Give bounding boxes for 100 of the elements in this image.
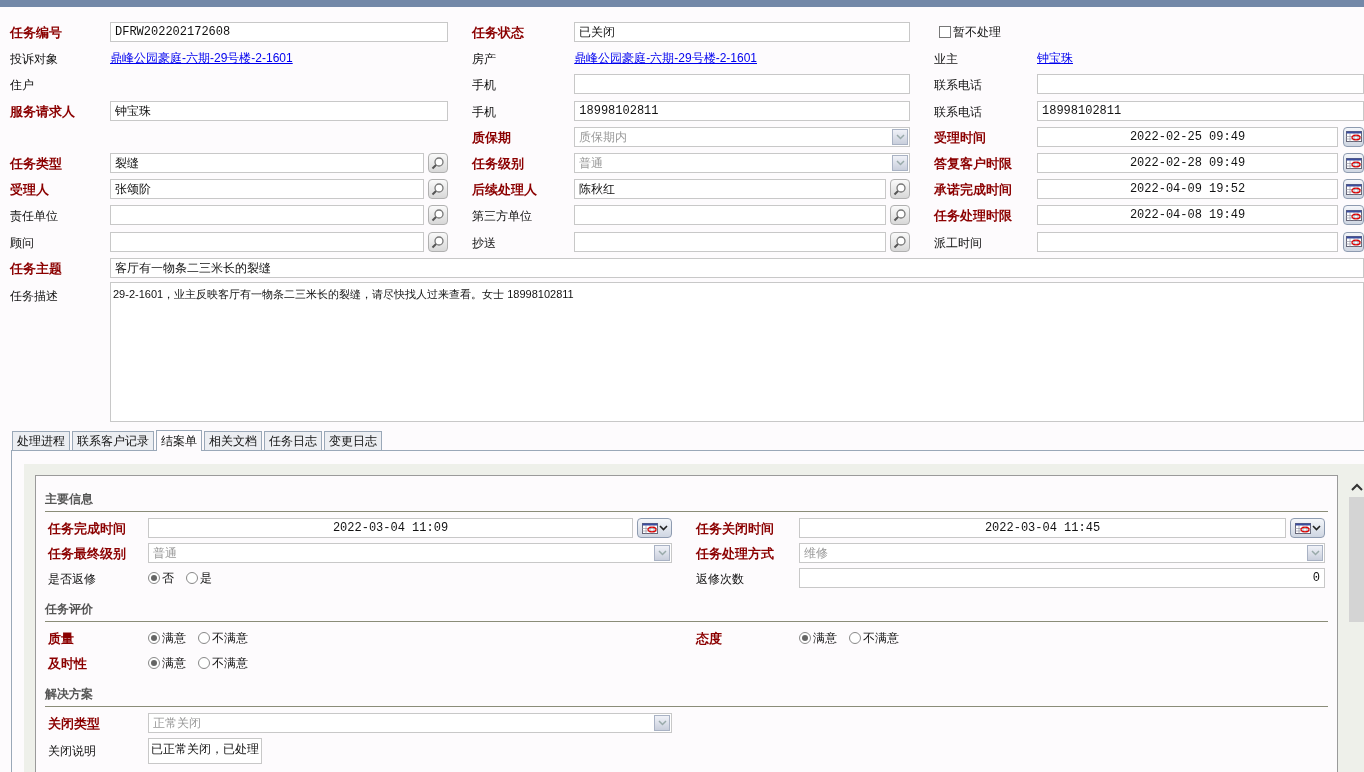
chevron-down-icon [657, 550, 667, 557]
tab[interactable]: 联系客户记录 [72, 430, 154, 450]
chevron-down-icon [657, 720, 667, 727]
field-label: 答复客户时限 [934, 156, 1012, 172]
text-field[interactable]: 18998102811 [574, 100, 910, 121]
radio-option[interactable]: 不满意 [198, 629, 248, 648]
link[interactable]: 鼎峰公园豪庭-六期-29号楼-2-1601 [110, 49, 293, 68]
date-field[interactable]: 2022-03-04 11:45 [799, 518, 1286, 539]
date-field[interactable]: 2022-02-28 09:49 [1037, 153, 1338, 174]
date-field[interactable]: 2022-03-04 11:09 [148, 518, 633, 539]
date-field[interactable] [1037, 231, 1338, 252]
search-icon [893, 208, 907, 223]
description-field[interactable]: 29-2-1601，业主反映客厅有一物条二三米长的裂缝，请尽快找人过来查看。女士 18998102811 [110, 281, 1364, 422]
calendar-button[interactable] [1343, 179, 1364, 200]
tab[interactable]: 相关文档 [204, 430, 262, 450]
radio-option[interactable]: 满意 [799, 629, 837, 648]
field-label: 手机 [472, 104, 496, 119]
chevron-down-icon [1310, 550, 1320, 557]
link[interactable]: 钟宝珠 [1037, 49, 1073, 68]
tab[interactable]: 结案单 [156, 429, 202, 451]
search-button[interactable] [428, 231, 448, 252]
field-label: 投诉对象 [10, 52, 58, 67]
lookup-field[interactable] [110, 231, 424, 252]
search-button[interactable] [890, 205, 910, 226]
calendar-icon [641, 522, 658, 534]
field-label: 任务主题 [10, 260, 62, 276]
field-label: 是否返修 [48, 572, 96, 587]
field-label: 任务类型 [10, 156, 62, 172]
checkbox[interactable]: 暂不处理 [939, 23, 1001, 42]
calendar-button[interactable] [1343, 153, 1364, 174]
scroll-up-icon[interactable] [1351, 482, 1363, 491]
search-button[interactable] [890, 231, 910, 252]
chevron-down-icon [658, 525, 668, 532]
radio-option[interactable]: 满意 [148, 629, 186, 648]
radio-option[interactable]: 满意 [148, 654, 186, 673]
text-field[interactable]: 已关闭 [574, 22, 910, 43]
search-button[interactable] [890, 179, 910, 200]
tab[interactable]: 变更日志 [324, 430, 382, 450]
lookup-field[interactable] [110, 205, 424, 226]
field-label: 服务请求人 [10, 103, 75, 119]
field-label: 任务状态 [472, 25, 524, 41]
radio-option[interactable]: 不满意 [849, 629, 899, 648]
date-field[interactable]: 2022-02-25 09:49 [1037, 126, 1338, 147]
field-label: 住户 [10, 78, 34, 93]
text-area[interactable]: 已正常关闭，已处理 [148, 737, 262, 764]
radio-option[interactable]: 是 [186, 569, 212, 588]
calendar-button[interactable] [1343, 231, 1364, 252]
field-label: 关闭说明 [48, 743, 96, 758]
text-field[interactable] [1037, 74, 1364, 95]
calendar-icon [1345, 209, 1362, 221]
field-label: 派工时间 [934, 235, 982, 250]
field-label: 及时性 [48, 656, 87, 672]
field-label: 顾问 [10, 235, 34, 250]
number-field[interactable]: 0 [799, 568, 1325, 589]
subject-field[interactable]: 客厅有一物条二三米长的裂缝 [110, 257, 1364, 278]
lookup-field[interactable] [574, 231, 886, 252]
text-field[interactable]: DFRW202202172608 [110, 22, 448, 43]
search-icon [431, 156, 445, 171]
scrollbar-thumb[interactable] [1349, 496, 1364, 622]
field-label: 责任单位 [10, 209, 58, 224]
link[interactable]: 鼎峰公园豪庭-六期-29号楼-2-1601 [574, 49, 757, 68]
calendar-button[interactable] [1343, 126, 1364, 147]
field-label: 任务级别 [472, 156, 524, 172]
calendar-button[interactable] [1290, 518, 1325, 539]
lookup-field[interactable] [574, 205, 886, 226]
field-label: 受理人 [10, 182, 49, 198]
search-icon [893, 182, 907, 197]
field-label: 任务最终级别 [48, 546, 126, 562]
date-field[interactable]: 2022-04-08 19:49 [1037, 205, 1338, 226]
calendar-button[interactable] [637, 518, 672, 539]
field-label: 第三方单位 [472, 209, 532, 224]
search-button[interactable] [428, 153, 448, 174]
search-button[interactable] [428, 179, 448, 200]
field-label: 后续处理人 [472, 182, 537, 198]
chevron-down-icon [895, 133, 905, 140]
field-label: 任务处理时限 [934, 208, 1012, 224]
text-field[interactable]: 钟宝珠 [110, 100, 448, 121]
field-label: 任务完成时间 [48, 521, 126, 537]
tab[interactable]: 任务日志 [264, 430, 322, 450]
field-label: 房产 [472, 52, 496, 67]
chevron-down-icon [895, 160, 905, 167]
calendar-button[interactable] [1343, 205, 1364, 226]
search-button[interactable] [428, 205, 448, 226]
field-label: 联系电话 [934, 104, 982, 119]
search-icon [431, 182, 445, 197]
lookup-field[interactable]: 张颂阶 [110, 179, 424, 200]
calendar-icon [1345, 236, 1362, 248]
lookup-field[interactable]: 裂缝 [110, 153, 424, 174]
radio-option[interactable]: 不满意 [198, 654, 248, 673]
text-field[interactable] [574, 74, 910, 95]
radio-option[interactable]: 否 [148, 569, 174, 588]
field-label: 抄送 [472, 235, 496, 250]
lookup-field[interactable]: 陈秋红 [574, 179, 886, 200]
calendar-icon [1294, 522, 1311, 534]
tab[interactable]: 处理进程 [12, 430, 70, 450]
field-label: 任务编号 [10, 25, 62, 41]
calendar-icon [1345, 157, 1362, 169]
date-field[interactable]: 2022-04-09 19:52 [1037, 179, 1338, 200]
field-label: 手机 [472, 78, 496, 93]
text-field[interactable]: 18998102811 [1037, 100, 1364, 121]
